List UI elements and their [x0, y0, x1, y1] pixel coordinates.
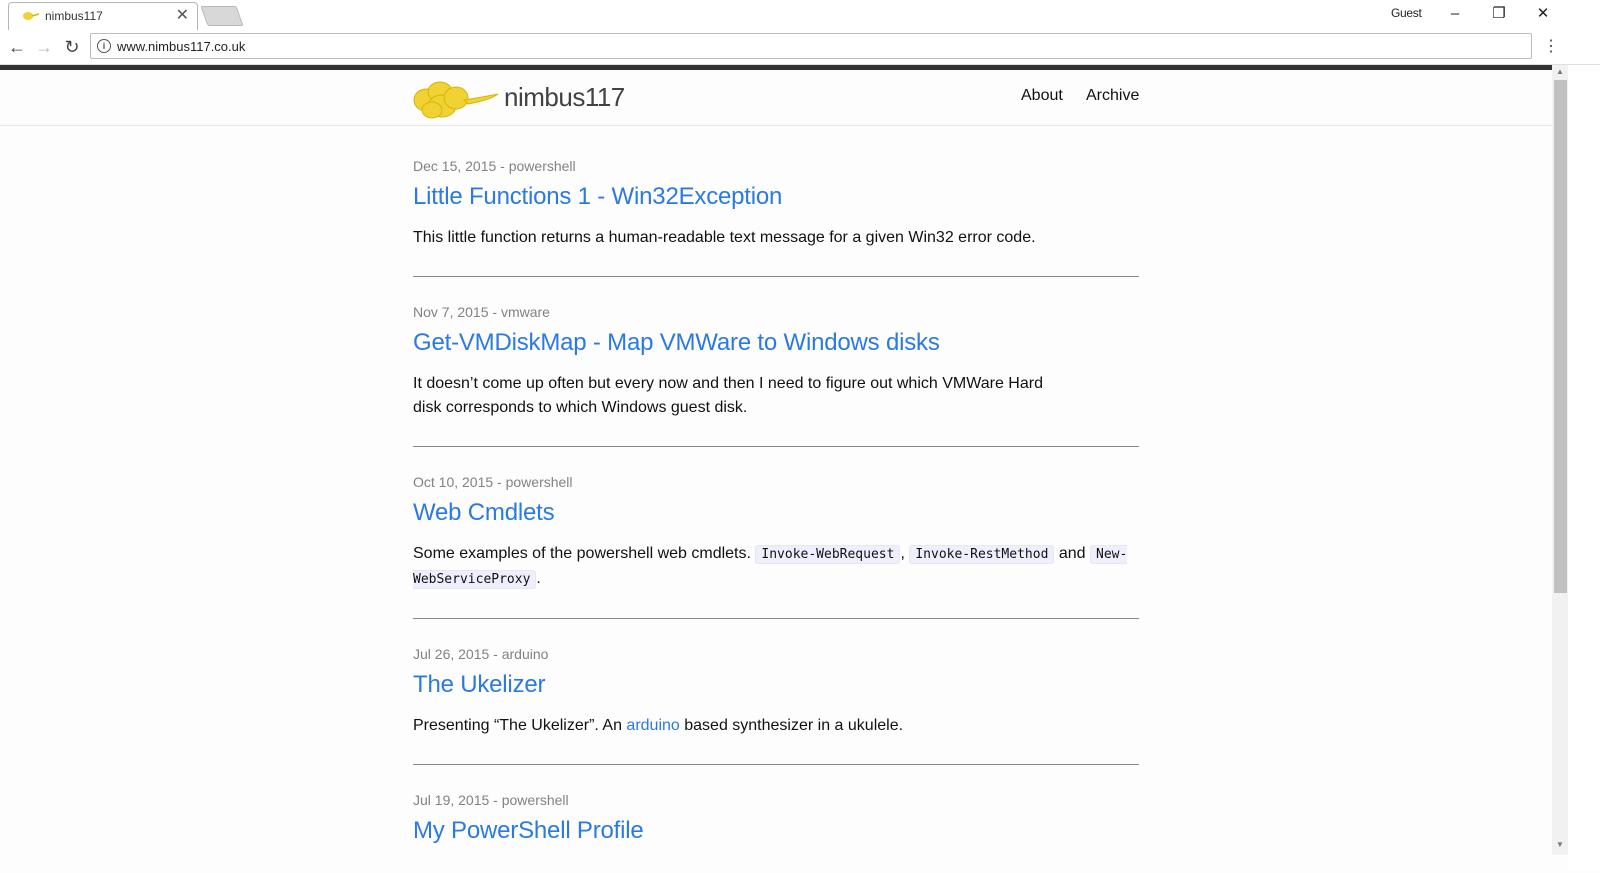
reload-icon[interactable]: ↻ — [60, 35, 84, 59]
excerpt-text: Presenting “The Ukelizer”. An — [413, 717, 627, 734]
info-icon[interactable]: i — [97, 39, 111, 53]
window-close-icon[interactable]: ✕ — [1528, 2, 1558, 26]
arduino-link[interactable]: arduino — [626, 717, 679, 734]
profile-button[interactable]: Guest — [1391, 6, 1422, 20]
cloud-logo-icon[interactable] — [412, 78, 500, 120]
post-meta: Jul 26, 2015 - arduino — [413, 646, 549, 662]
code-snippet: Invoke-RestMethod — [909, 545, 1055, 564]
excerpt-text: Some examples of the powershell web cmdl… — [413, 545, 756, 562]
forward-icon[interactable]: → — [32, 35, 56, 59]
tab-title: nimbus117 — [45, 9, 103, 23]
restore-icon[interactable]: ❐ — [1484, 2, 1514, 26]
post-excerpt: Some examples of the powershell web cmdl… — [413, 542, 1139, 592]
browser-tab[interactable]: nimbus117 ✕ — [8, 2, 198, 30]
post-excerpt: It doesn’t come up often but every now a… — [413, 375, 1043, 416]
post-meta: Dec 15, 2015 - powershell — [413, 158, 576, 174]
site-header: nimbus117 About Archive — [0, 70, 1552, 126]
tab-close-icon[interactable]: ✕ — [176, 6, 189, 26]
post-title-link[interactable]: The Ukelizer — [413, 668, 1139, 702]
excerpt-text: , — [900, 545, 910, 562]
back-icon[interactable]: ← — [5, 35, 29, 59]
scroll-down-icon[interactable]: ▼ — [1552, 840, 1568, 849]
post-title-link[interactable]: My PowerShell Profile — [413, 814, 1139, 848]
post-item: Oct 10, 2015 - powershell Web Cmdlets So… — [413, 472, 1139, 619]
nav-about-link[interactable]: About — [1021, 87, 1063, 105]
post-title-link[interactable]: Web Cmdlets — [413, 496, 1139, 530]
site-title[interactable]: nimbus117 — [504, 82, 625, 113]
tab-strip: nimbus117 ✕ Guest – ❐ ✕ — [0, 0, 1600, 30]
nav-archive-link[interactable]: Archive — [1086, 87, 1139, 105]
window-gutter — [1568, 65, 1600, 870]
excerpt-text: . — [536, 570, 541, 587]
scroll-thumb[interactable] — [1554, 80, 1567, 593]
post-meta: Nov 7, 2015 - vmware — [413, 304, 550, 320]
post-item: Jul 26, 2015 - arduino The Ukelizer Pres… — [413, 644, 1139, 765]
excerpt-text: and — [1054, 545, 1090, 562]
address-bar[interactable]: i www.nimbus117.co.uk — [90, 33, 1532, 59]
browser-toolbar: ← → ↻ i www.nimbus117.co.uk ⋮ — [0, 30, 1600, 65]
post-title-link[interactable]: Little Functions 1 - Win32Exception — [413, 180, 1139, 214]
post-excerpt: Presenting “The Ukelizer”. An arduino ba… — [413, 714, 1139, 738]
post-item: Nov 7, 2015 - vmware Get-VMDiskMap - Map… — [413, 302, 1139, 447]
cloud-favicon-icon — [23, 12, 39, 20]
url-text[interactable]: www.nimbus117.co.uk — [117, 39, 245, 54]
post-list: Dec 15, 2015 - powershell Little Functio… — [413, 156, 1139, 873]
post-excerpt: This little function returns a human-rea… — [413, 229, 1036, 246]
post-title-link[interactable]: Get-VMDiskMap - Map VMWare to Windows di… — [413, 326, 1139, 360]
excerpt-text: based synthesizer in a ukulele. — [679, 717, 904, 734]
code-snippet: Invoke-WebRequest — [755, 545, 901, 564]
post-meta: Jul 19, 2015 - powershell — [413, 792, 569, 808]
minimize-icon[interactable]: – — [1440, 2, 1470, 26]
scroll-up-icon[interactable]: ▲ — [1552, 67, 1568, 76]
browser-menu-icon[interactable]: ⋮ — [1543, 35, 1559, 59]
post-item: Jul 19, 2015 - powershell My PowerShell … — [413, 790, 1139, 848]
post-meta: Oct 10, 2015 - powershell — [413, 474, 573, 490]
post-item: Dec 15, 2015 - powershell Little Functio… — [413, 156, 1139, 277]
new-tab-button[interactable] — [200, 6, 244, 26]
scrollbar[interactable]: ▲ ▼ — [1552, 65, 1568, 855]
